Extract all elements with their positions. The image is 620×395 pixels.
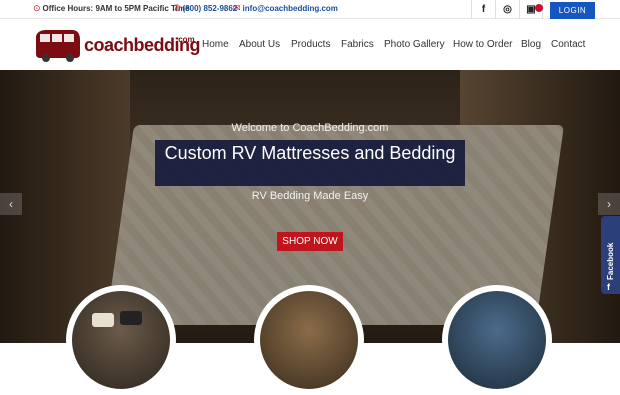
nav-photo-gallery[interactable]: Photo Gallery: [384, 39, 445, 50]
site-logo[interactable]: coachbedding .com: [32, 26, 201, 64]
email-text[interactable]: info@coachbedding.com: [243, 4, 338, 13]
office-hours-text: Office Hours: 9AM to 5PM Pacific Time: [42, 4, 190, 13]
cart-badge: [535, 4, 543, 12]
instagram-icon[interactable]: ◎: [495, 0, 519, 19]
phone-link[interactable]: ✆ (800) 852-9862: [173, 3, 238, 14]
logo-tld: .com: [176, 35, 195, 44]
nav-how-to-order[interactable]: How to Order: [453, 39, 512, 50]
facebook-tab-label: Facebook: [606, 242, 615, 280]
top-bar: ⊙ Office Hours: 9AM to 5PM Pacific Time …: [0, 0, 620, 19]
shop-now-button[interactable]: SHOP NOW: [277, 232, 343, 251]
category-circle-coach[interactable]: [442, 285, 552, 395]
nav-fabrics[interactable]: Fabrics: [341, 39, 374, 50]
nav-blog[interactable]: Blog: [521, 39, 541, 50]
nav-contact[interactable]: Contact: [551, 39, 585, 50]
nav-products[interactable]: Products: [291, 39, 330, 50]
category-circle-bedding[interactable]: [66, 285, 176, 395]
pillow-shape: [120, 311, 142, 325]
login-button[interactable]: LOGIN: [550, 2, 595, 19]
nav-home[interactable]: Home: [202, 39, 229, 50]
hero-headline: Custom RV Mattresses and Bedding: [164, 143, 456, 163]
facebook-icon: f: [607, 282, 610, 292]
office-hours: ⊙ Office Hours: 9AM to 5PM Pacific Time: [33, 3, 190, 14]
category-circle-mattress[interactable]: [254, 285, 364, 395]
pillow-shape: [92, 313, 114, 327]
phone-icon: ✆: [173, 3, 181, 13]
phone-text[interactable]: (800) 852-9862: [183, 4, 238, 13]
email-link[interactable]: ✉ info@coachbedding.com: [233, 3, 338, 14]
nav-about-us[interactable]: About Us: [239, 39, 280, 50]
chevron-right-icon[interactable]: ›: [598, 193, 620, 215]
hero-tagline: RV Bedding Made Easy: [251, 190, 369, 202]
facebook-side-tab[interactable]: Facebook f: [601, 216, 620, 294]
facebook-icon[interactable]: f: [471, 0, 495, 19]
hero-welcome: Welcome to CoachBedding.com: [231, 122, 389, 134]
email-icon: ✉: [233, 3, 241, 13]
bus-logo-icon: [36, 30, 80, 62]
clock-icon: ⊙: [33, 3, 41, 13]
chevron-left-icon[interactable]: ‹: [0, 193, 22, 215]
